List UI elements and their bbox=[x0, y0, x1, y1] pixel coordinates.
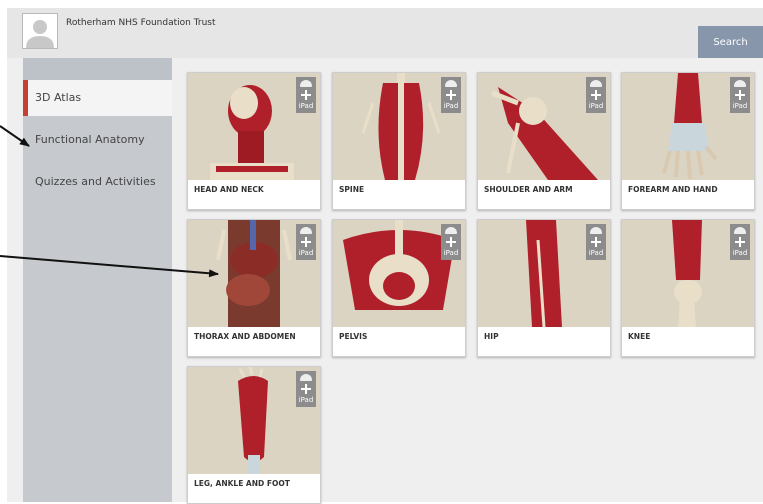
arrow-to-functional-anatomy bbox=[0, 125, 30, 147]
arrow-to-thorax-and-abdomen bbox=[0, 255, 219, 278]
annotation-arrows bbox=[0, 125, 219, 278]
